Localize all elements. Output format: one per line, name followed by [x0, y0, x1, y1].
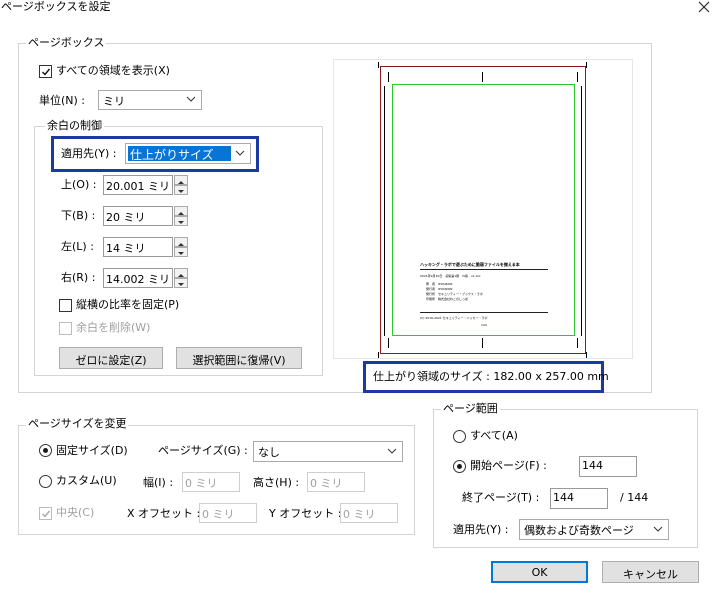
all-pages-radio[interactable]: [453, 430, 466, 443]
preview-doc-title: ハッキング・ラボで遊ぶために脆弱ファイルを揃える本: [420, 262, 520, 267]
width-input[interactable]: 0 ミリ: [182, 472, 240, 492]
unit-label: 単位(N) :: [39, 94, 86, 107]
chevron-down-icon: [186, 96, 196, 102]
xoffset-input[interactable]: 0 ミリ: [199, 503, 257, 523]
top-margin-input[interactable]: 20.001 ミリ: [103, 175, 173, 195]
chevron-down-icon: [387, 448, 397, 454]
set-to-zero-button[interactable]: ゼロに設定(Z): [59, 347, 163, 369]
preview-doc-line-2: 発行者 IPUSIRON: [426, 287, 453, 291]
remove-white-checkbox[interactable]: [59, 322, 72, 335]
start-page-input[interactable]: 144: [579, 456, 637, 477]
constrain-proportions-checkbox[interactable]: [59, 299, 72, 312]
height-value: 0 ミリ: [310, 477, 343, 490]
left-margin-stepper[interactable]: [174, 237, 188, 257]
unit-select[interactable]: ミリ: [98, 90, 202, 110]
preview-doc-line-3: 発行所 セキュリティー・ブックス・ラボ: [426, 292, 483, 296]
page-range-legend: ページ範囲: [441, 402, 500, 416]
preview-doc-page: 144: [481, 323, 487, 327]
fixed-size-label: 固定サイズ(D): [56, 444, 128, 457]
fixed-size-radio[interactable]: [39, 444, 52, 457]
xoffset-label: X オフセット :: [127, 507, 201, 520]
preview-doc-copyright: (C) 2016-2021 セキュリティー・ハッカー・ラボ: [420, 316, 488, 320]
chevron-down-icon: [235, 150, 245, 156]
page-size-value: なし: [258, 446, 280, 459]
bottom-margin-value: 20 ミリ: [106, 211, 146, 224]
page-size-select[interactable]: なし: [253, 441, 403, 462]
center-label: 中央(C): [56, 506, 95, 519]
yoffset-value: 0 ミリ: [343, 508, 376, 521]
show-all-checkbox[interactable]: [39, 65, 52, 78]
yoffset-label: Y オフセット :: [269, 507, 342, 520]
preview-doc-date: 2021年9月30日 初版第1刷 IS版 v1.0.0: [420, 274, 481, 278]
page-size-label: ページサイズ(G) :: [158, 444, 248, 457]
left-margin-value: 14 ミリ: [106, 242, 146, 255]
width-label: 幅(I) :: [143, 476, 174, 489]
apply-to-value: 仕上がりサイズ: [130, 148, 214, 162]
unit-value: ミリ: [103, 95, 125, 108]
all-pages-label: すべて(A): [470, 429, 518, 442]
bleed-box: [392, 84, 575, 336]
ok-button[interactable]: OK: [491, 561, 588, 583]
end-page-value: 144: [553, 491, 574, 504]
show-all-label: すべての領域を表示(X): [56, 64, 170, 77]
top-margin-stepper[interactable]: [174, 175, 188, 195]
left-margin-label: 左(L) :: [61, 240, 94, 253]
bottom-margin-input[interactable]: 20 ミリ: [103, 206, 173, 226]
page-box-legend: ページボックス: [26, 36, 107, 50]
apply-to-select[interactable]: 仕上がりサイズ: [125, 143, 251, 164]
constrain-proportions-label: 縦横の比率を固定(P): [76, 298, 180, 311]
height-label: 高さ(H) :: [253, 476, 300, 489]
left-margin-input[interactable]: 14 ミリ: [103, 237, 173, 257]
start-page-value: 144: [582, 459, 603, 472]
top-margin-label: 上(O) :: [61, 178, 97, 191]
preview-doc-line-1: 著 者 IPUSIRON: [426, 282, 453, 286]
revert-to-selection-button[interactable]: 選択範囲に復帰(V): [176, 347, 302, 369]
end-page-input[interactable]: 144: [550, 488, 608, 509]
custom-size-label: カスタム(U): [56, 474, 117, 487]
start-page-label: 開始ページ(F) :: [470, 459, 547, 472]
close-icon[interactable]: [694, 0, 714, 14]
preview-doc-line-4: 印刷所 株式会社ねこのしっぽ: [426, 297, 469, 301]
right-margin-stepper[interactable]: [174, 268, 188, 288]
range-apply-value: 偶数および奇数ページ: [524, 524, 634, 537]
total-pages-label: / 144: [620, 491, 649, 504]
top-margin-value: 20.001 ミリ: [106, 180, 170, 193]
width-value: 0 ミリ: [185, 477, 218, 490]
remove-white-label: 余白を削除(W): [76, 321, 151, 334]
right-margin-value: 14.002 ミリ: [106, 273, 170, 286]
range-apply-label: 適用先(Y) :: [453, 523, 509, 536]
page-size-legend: ページサイズを変更: [26, 417, 129, 431]
apply-to-label: 適用先(Y) :: [61, 147, 117, 160]
right-margin-label: 右(R) :: [61, 271, 96, 284]
yoffset-input[interactable]: 0 ミリ: [340, 503, 398, 523]
trim-size-label: 仕上がり領域のサイズ : 182.00 x 257.00 mm: [373, 370, 609, 383]
start-page-radio[interactable]: [453, 460, 466, 473]
range-apply-select[interactable]: 偶数および奇数ページ: [519, 519, 669, 540]
window-title: ページボックスを設定: [1, 0, 111, 13]
cancel-button[interactable]: キャンセル: [602, 561, 699, 583]
custom-size-radio[interactable]: [39, 475, 52, 488]
page-preview: ハッキング・ラボで遊ぶために脆弱ファイルを揃える本 2021年9月30日 初版第…: [333, 59, 633, 359]
bottom-margin-stepper[interactable]: [174, 206, 188, 226]
height-input[interactable]: 0 ミリ: [307, 472, 365, 492]
bottom-margin-label: 下(B) :: [61, 209, 96, 222]
right-margin-input[interactable]: 14.002 ミリ: [103, 268, 173, 288]
center-checkbox[interactable]: [39, 507, 52, 520]
margins-legend: 余白の制御: [45, 119, 104, 133]
chevron-down-icon: [653, 526, 663, 532]
end-page-label: 終了ページ(T) :: [462, 491, 540, 504]
xoffset-value: 0 ミリ: [202, 508, 235, 521]
